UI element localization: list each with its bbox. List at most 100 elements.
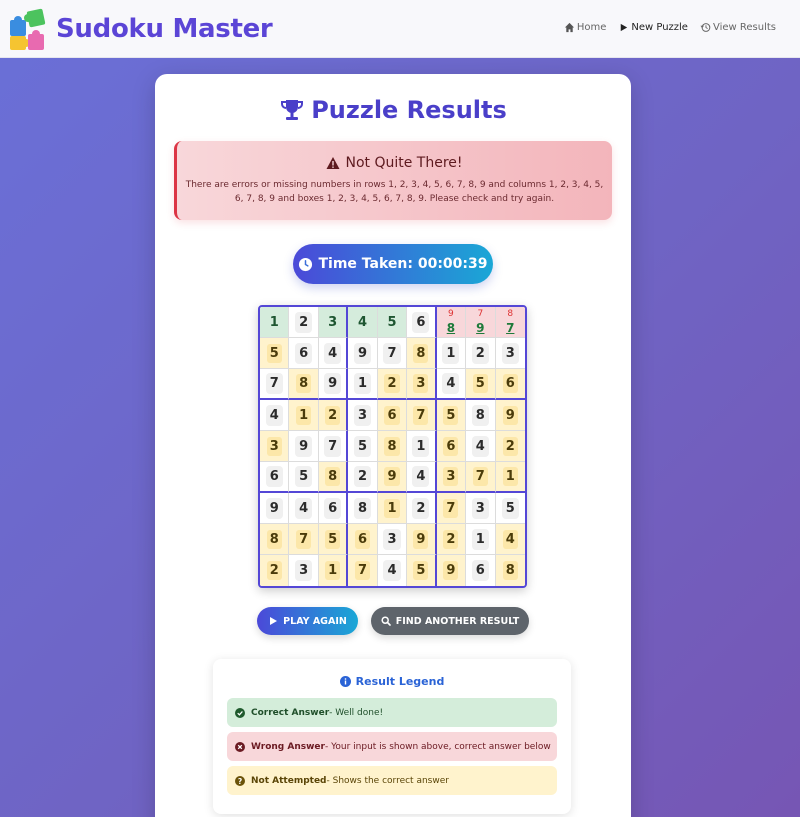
- sudoku-cell: 87: [495, 307, 525, 338]
- sudoku-cell: 5: [260, 338, 290, 369]
- cell-value: 8: [413, 343, 429, 363]
- sudoku-cell: 5: [495, 493, 525, 524]
- sudoku-cell: 3: [407, 369, 437, 400]
- correct-answer-value: 9: [476, 321, 485, 335]
- sudoku-cell: 8: [466, 400, 496, 431]
- sudoku-cell: 7: [260, 369, 290, 400]
- cell-value: 1: [502, 467, 518, 486]
- nav-links: Home New Puzzle View Results: [564, 22, 776, 33]
- legend-na-desc: - Shows the correct answer: [326, 775, 449, 786]
- nav-view-results[interactable]: View Results: [700, 22, 776, 33]
- cell-value: 2: [471, 342, 489, 364]
- cell-value: 1: [384, 498, 400, 518]
- cell-value: 9: [354, 342, 372, 364]
- sudoku-cell: 5: [318, 524, 349, 555]
- legend-not-attempted: ? Not Attempted- Shows the correct answe…: [227, 766, 557, 795]
- sudoku-cell: 2: [466, 338, 496, 369]
- cell-value: 5: [501, 497, 519, 519]
- cell-value: 2: [412, 497, 430, 519]
- cell-value: 3: [383, 528, 401, 550]
- sudoku-cell: 8: [348, 493, 378, 524]
- correct-answer-value: 8: [446, 321, 456, 335]
- sudoku-cell: 4: [466, 431, 496, 462]
- cell-value: 1: [296, 405, 312, 425]
- cell-value: 8: [502, 561, 518, 580]
- nav-home-label: Home: [576, 22, 607, 33]
- sudoku-cell: 4: [318, 338, 349, 369]
- brand-name: Sudoku Master: [56, 14, 273, 44]
- home-icon: [564, 22, 574, 33]
- sudoku-cell: 2: [289, 307, 319, 338]
- cell-value: 4: [358, 314, 368, 330]
- sudoku-cell: 6: [436, 431, 467, 462]
- sudoku-cell: 1: [318, 555, 349, 586]
- cell-value: 9: [324, 373, 342, 394]
- cell-value: 2: [325, 405, 341, 425]
- cell-value: 8: [266, 529, 282, 549]
- cell-value: 3: [328, 314, 338, 330]
- sudoku-cell: 7: [407, 400, 437, 431]
- sudoku-cell: 4: [407, 462, 437, 493]
- sudoku-cell: 6: [495, 369, 525, 400]
- sudoku-cell: 79: [466, 307, 496, 338]
- cell-value: 5: [354, 435, 372, 457]
- nav-new-puzzle[interactable]: New Puzzle: [618, 22, 688, 33]
- sudoku-cell: 3: [466, 493, 496, 524]
- sudoku-cell: 8: [289, 369, 319, 400]
- error-alert: Not Quite There! There are errors or mis…: [174, 141, 612, 220]
- check-circle-icon: [235, 707, 245, 718]
- cell-value: 4: [265, 404, 283, 426]
- search-icon: [381, 616, 391, 626]
- play-again-button[interactable]: PLAY AGAIN: [257, 607, 358, 635]
- sudoku-cell: 8: [318, 462, 349, 493]
- sudoku-cell: 4: [289, 493, 319, 524]
- sudoku-cell: 3: [495, 338, 525, 369]
- nav-view-results-label: View Results: [712, 22, 776, 33]
- sudoku-cell: 6: [348, 524, 378, 555]
- cell-value: 6: [502, 374, 518, 393]
- legend-title: Result Legend: [355, 675, 445, 688]
- find-another-result-button[interactable]: FIND ANOTHER RESULT: [371, 607, 529, 635]
- brand[interactable]: Sudoku Master: [8, 6, 273, 52]
- trophy-icon: [281, 100, 304, 120]
- sudoku-cell: 9: [260, 493, 290, 524]
- cell-value: 4: [471, 435, 489, 457]
- sudoku-cell: 9: [495, 400, 525, 431]
- cell-value: 1: [325, 561, 341, 580]
- nav-new-puzzle-label: New Puzzle: [631, 22, 688, 33]
- cell-value: 2: [295, 311, 313, 333]
- page-title: Puzzle Results: [311, 96, 507, 124]
- sudoku-cell: 1: [377, 493, 408, 524]
- warning-icon: [326, 157, 340, 169]
- cell-value: 3: [501, 342, 519, 364]
- sudoku-cell: 4: [348, 307, 378, 338]
- legend-wrong: Wrong Answer- Your input is shown above,…: [227, 732, 557, 761]
- cell-value: 8: [384, 436, 400, 456]
- nav-home[interactable]: Home: [564, 22, 607, 33]
- cell-value: 7: [383, 342, 401, 364]
- sudoku-cell: 3: [377, 524, 408, 555]
- sudoku-cell: 1: [289, 400, 319, 431]
- cell-value: 3: [354, 404, 372, 426]
- cell-value: 3: [266, 436, 282, 456]
- legend-correct-desc: - Well done!: [329, 707, 384, 718]
- cell-value: 3: [471, 497, 489, 519]
- sudoku-cell: 9: [377, 462, 408, 493]
- cell-value: 1: [412, 435, 430, 457]
- cell-value: 7: [355, 561, 371, 580]
- sudoku-cell: 2: [495, 431, 525, 462]
- puzzle-logo-icon: [10, 8, 46, 50]
- sudoku-cell: 8: [407, 338, 437, 369]
- alert-message: There are errors or missing numbers in r…: [185, 180, 604, 204]
- sudoku-cell: 9: [436, 555, 467, 586]
- sudoku-cell: 6: [407, 307, 437, 338]
- cell-value: 4: [412, 466, 430, 487]
- sudoku-cell: 1: [407, 431, 437, 462]
- cell-value: 2: [502, 436, 518, 456]
- sudoku-cell: 1: [348, 369, 378, 400]
- cell-value: 8: [471, 404, 489, 426]
- sudoku-cell: 4: [377, 555, 408, 586]
- results-heading: Puzzle Results: [155, 96, 631, 124]
- sudoku-cell: 2: [318, 400, 349, 431]
- sudoku-cell: 5: [436, 400, 467, 431]
